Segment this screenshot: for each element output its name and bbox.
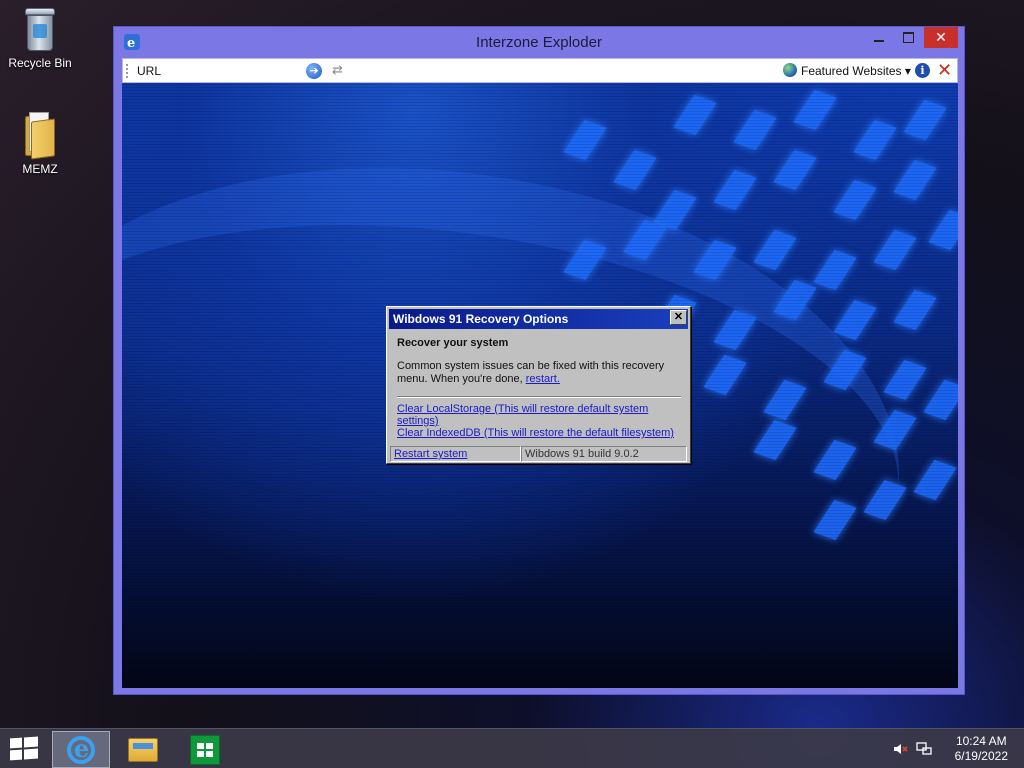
recovery-dialog: Wibdows 91 Recovery Options ✕ Recover yo… <box>386 306 691 464</box>
clock-date: 6/19/2022 <box>954 749 1008 763</box>
status-build-version: Wibdows 91 build 9.0.2 <box>521 446 687 462</box>
maximize-button[interactable] <box>894 27 922 48</box>
volume-muted-icon[interactable] <box>892 741 908 757</box>
recycle-bin-icon <box>23 8 57 52</box>
window-titlebar[interactable]: e Interzone Exploder ✕ <box>114 27 964 57</box>
minimize-button[interactable] <box>864 27 894 48</box>
taskbar-store[interactable] <box>176 731 234 768</box>
dialog-title[interactable]: Wibdows 91 Recovery Options <box>389 309 688 329</box>
dialog-status-bar: Restart system Wibdows 91 build 9.0.2 <box>390 446 687 462</box>
dialog-description: Common system issues can be fixed with t… <box>397 360 685 386</box>
globe-icon <box>783 63 797 77</box>
restart-link[interactable]: restart. <box>526 373 560 385</box>
folder-icon <box>23 112 57 160</box>
clock-time: 10:24 AM <box>955 734 1007 748</box>
system-tray: 10:24 AM 6/19/2022 <box>884 729 1024 768</box>
status-cell-restart: Restart system <box>390 446 521 462</box>
window-title: Interzone Exploder <box>476 34 602 51</box>
go-arrow-icon[interactable]: ➔ <box>306 63 322 79</box>
clear-indexeddb-link[interactable]: Clear IndexedDB (This will restore the d… <box>397 427 674 439</box>
dialog-close-button[interactable]: ✕ <box>670 310 687 325</box>
network-icon[interactable] <box>916 741 932 757</box>
featured-websites-label: Featured Websites <box>801 64 902 78</box>
dialog-heading: Recover your system <box>397 337 509 349</box>
taskbar-file-explorer[interactable] <box>114 731 172 768</box>
desktop-icon-label: MEMZ <box>22 162 58 176</box>
info-icon[interactable]: i <box>915 63 930 78</box>
file-explorer-icon <box>128 737 158 762</box>
desktop-icon-recycle-bin[interactable]: Recycle Bin <box>0 8 80 70</box>
toolbar-grip[interactable] <box>126 64 128 78</box>
desktop-icon-label: Recycle Bin <box>8 56 72 70</box>
internet-explorer-icon <box>67 734 95 764</box>
browser-toolbar: URL ➔ ⇄ Featured Websites ▾ i ✕ <box>122 58 958 83</box>
refresh-icon[interactable]: ⇄ <box>332 62 343 78</box>
desktop-icon-memz[interactable]: MEMZ <box>0 112 80 176</box>
taskbar-internet-explorer[interactable] <box>52 731 110 768</box>
clear-localstorage-link[interactable]: Clear LocalStorage (This will restore de… <box>397 403 690 427</box>
clock[interactable]: 10:24 AM 6/19/2022 <box>955 734 1008 764</box>
featured-websites-menu[interactable]: Featured Websites ▾ <box>801 64 911 78</box>
close-button[interactable]: ✕ <box>924 27 958 48</box>
url-field[interactable]: URL <box>137 64 161 78</box>
dialog-separator <box>397 396 681 398</box>
chevron-down-icon: ▾ <box>904 64 911 78</box>
stop-icon[interactable]: ✕ <box>937 60 952 81</box>
store-icon <box>190 734 220 765</box>
restart-system-link[interactable]: Restart system <box>394 448 467 460</box>
taskbar: 10:24 AM 6/19/2022 <box>0 728 1024 768</box>
start-icon[interactable] <box>10 736 38 762</box>
